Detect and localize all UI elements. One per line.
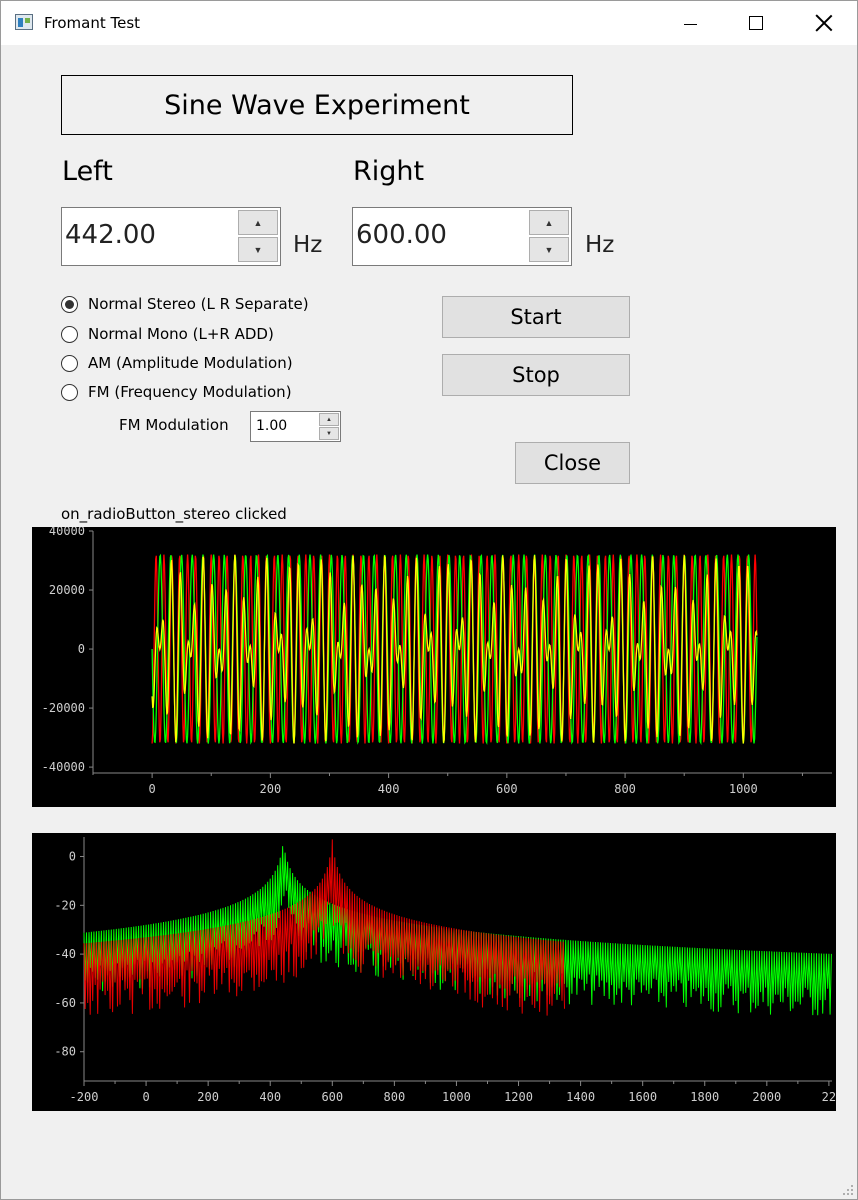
x-tick-label: 1800	[690, 1090, 719, 1104]
page-title: Sine Wave Experiment	[61, 75, 573, 135]
left-frequency-up-button[interactable]: ▲	[238, 210, 278, 235]
maximize-button[interactable]	[723, 1, 789, 45]
status-label: on_radioButton_stereo clicked	[61, 505, 287, 523]
x-tick-label: 1000	[729, 782, 758, 796]
right-frequency-up-button[interactable]: ▲	[529, 210, 569, 235]
x-tick-label: 200	[197, 1090, 219, 1104]
fm-modulation-spinbox[interactable]: 1.00 ▲ ▼	[250, 411, 341, 442]
y-tick-label: 40000	[49, 527, 85, 538]
radio-fm[interactable]: FM (Frequency Modulation)	[61, 381, 292, 403]
x-tick-label: 1000	[442, 1090, 471, 1104]
stop-button[interactable]: Stop	[442, 354, 630, 396]
radio-label: Normal Mono (L+R ADD)	[88, 325, 274, 343]
left-frequency-down-button[interactable]: ▼	[238, 237, 278, 262]
y-tick-label: -20000	[42, 701, 85, 715]
radio-label: AM (Amplitude Modulation)	[88, 354, 293, 372]
spectrum-chart: 0 -20 -40 -60 -80 -200 0 200 400 600 800 1000 1200 14…	[54, 837, 836, 1104]
fm-modulation-value[interactable]: 1.00	[256, 418, 287, 434]
radio-label: Normal Stereo (L R Separate)	[88, 295, 309, 313]
x-tick-label: 400	[259, 1090, 281, 1104]
x-tick-label: 800	[614, 782, 636, 796]
right-frequency-value[interactable]: 600.00	[356, 220, 447, 250]
radio-indicator[interactable]	[61, 325, 78, 343]
y-tick-label: -20	[54, 898, 76, 912]
minimize-button[interactable]	[657, 1, 723, 45]
x-tick-label: 0	[149, 782, 156, 796]
close-window-button[interactable]	[791, 1, 857, 45]
radio-am[interactable]: AM (Amplitude Modulation)	[61, 352, 293, 374]
radio-indicator[interactable]	[61, 295, 78, 313]
radio-label: FM (Frequency Modulation)	[88, 383, 292, 401]
left-frequency-value[interactable]: 442.00	[65, 220, 156, 250]
x-tick-label: 0	[142, 1090, 149, 1104]
main-window: Fromant Test Sine Wave Experiment Left R…	[0, 0, 858, 1200]
y-tick-label: 0	[69, 850, 76, 864]
y-tick-label: -80	[54, 1045, 76, 1059]
maximize-icon	[749, 16, 763, 30]
x-tick-label: 1400	[566, 1090, 595, 1104]
resize-grip-icon[interactable]	[842, 1184, 854, 1196]
y-tick-label: -60	[54, 996, 76, 1010]
close-icon	[815, 14, 833, 32]
x-tick-label: 600	[321, 1090, 343, 1104]
y-tick-label: -40000	[42, 760, 85, 774]
x-tick-label: 800	[384, 1090, 406, 1104]
app-icon	[15, 14, 33, 30]
left-unit-label: Hz	[293, 232, 323, 258]
start-button[interactable]: Start	[442, 296, 630, 338]
right-unit-label: Hz	[585, 232, 615, 258]
radio-indicator[interactable]	[61, 354, 78, 372]
fm-modulation-label: FM Modulation	[119, 416, 229, 434]
left-channel-label: Left	[62, 156, 113, 187]
x-tick-label: -200	[70, 1090, 99, 1104]
spectrum-plot[interactable]: 0 -20 -40 -60 -80 -200 0 200 400 600 800 1000 1200 14…	[32, 833, 836, 1111]
title-bar[interactable]: Fromant Test	[1, 1, 857, 45]
right-frequency-down-button[interactable]: ▼	[529, 237, 569, 262]
x-tick-label: 200	[260, 782, 282, 796]
close-button[interactable]: Close	[515, 442, 630, 484]
right-frequency-spinbox[interactable]: 600.00 ▲ ▼	[352, 207, 572, 266]
x-tick-label: 2000	[752, 1090, 781, 1104]
radio-indicator[interactable]	[61, 383, 78, 401]
x-tick-label: 1600	[628, 1090, 657, 1104]
y-tick-label: 20000	[49, 583, 85, 597]
minimize-icon	[683, 23, 697, 25]
radio-normal-mono[interactable]: Normal Mono (L+R ADD)	[61, 323, 274, 345]
x-tick-label: 400	[378, 782, 400, 796]
radio-normal-stereo[interactable]: Normal Stereo (L R Separate)	[61, 293, 309, 315]
y-tick-label: 0	[78, 642, 85, 656]
fm-modulation-up-button[interactable]: ▲	[319, 413, 339, 426]
y-tick-label: -40	[54, 947, 76, 961]
fm-modulation-down-button[interactable]: ▼	[319, 427, 339, 440]
x-tick-label: 600	[496, 782, 518, 796]
x-tick-label: 22	[822, 1090, 836, 1104]
waveform-chart: 40000 20000 0 -20000 -40000 0 200 400 600 800 1000	[42, 527, 832, 796]
x-tick-label: 1200	[504, 1090, 533, 1104]
right-channel-label: Right	[353, 156, 425, 187]
window-title: Fromant Test	[44, 14, 141, 32]
waveform-plot[interactable]: 40000 20000 0 -20000 -40000 0 200 400 600 800 1000	[32, 527, 836, 807]
left-frequency-spinbox[interactable]: 442.00 ▲ ▼	[61, 207, 281, 266]
